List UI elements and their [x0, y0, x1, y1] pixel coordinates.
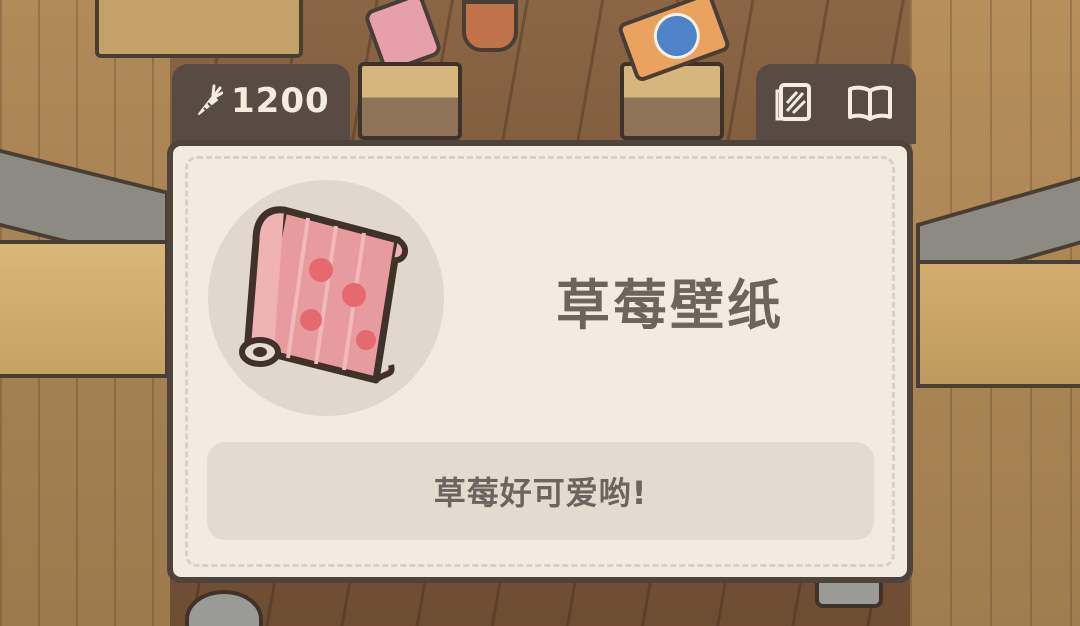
wallpaper-collection-button[interactable] — [772, 78, 820, 126]
left-counter — [0, 240, 169, 378]
storage-crate — [95, 0, 303, 58]
item-description: 草莓好可爱哟! — [433, 474, 648, 512]
currency-amount: 1200 — [231, 81, 330, 121]
item-name: 草莓壁纸 — [556, 273, 784, 337]
item-description-box: 草莓好可爱哟! — [207, 442, 874, 540]
wallpaper-icon — [775, 83, 811, 121]
strawberry-wallpaper-roll-icon — [239, 206, 409, 384]
currency-display: 1200 — [193, 78, 330, 124]
display-pedestal — [358, 62, 462, 140]
book-icon — [848, 85, 892, 121]
catalog-book-button[interactable] — [846, 78, 894, 126]
right-counter — [916, 260, 1080, 388]
critter-figure — [462, 0, 518, 52]
carrot-icon — [198, 84, 223, 115]
